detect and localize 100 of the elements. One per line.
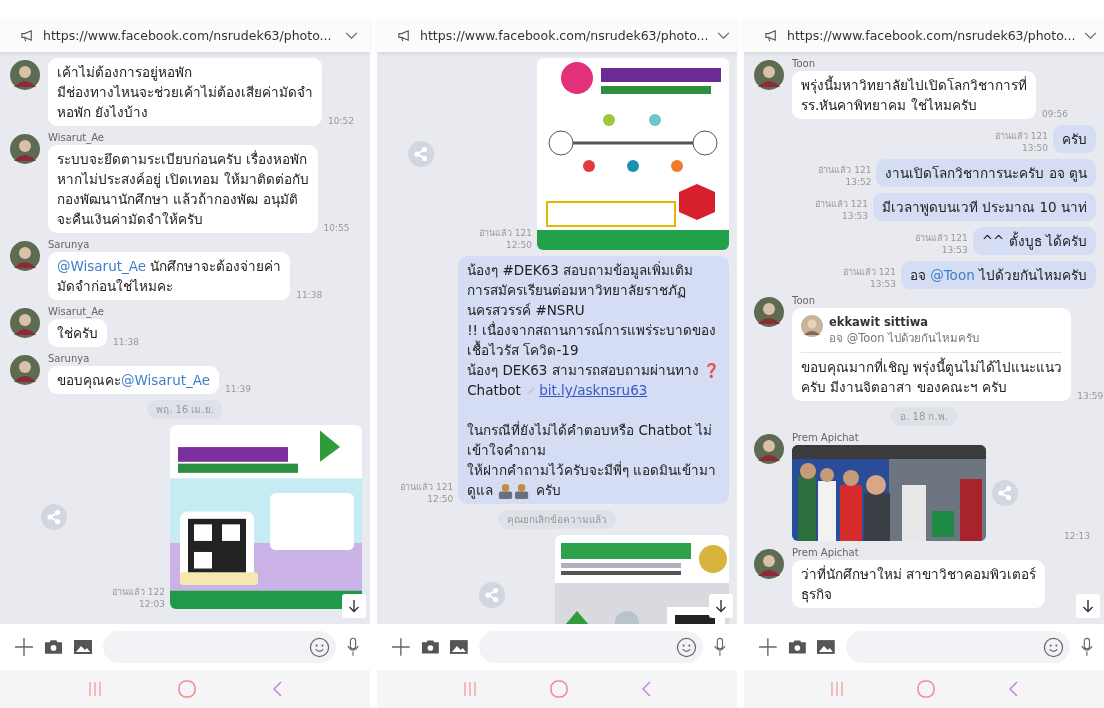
message-bubble[interactable]: งานเปิดโลกวิชาการนะครับ อจ ตูน xyxy=(876,159,1096,187)
message-time: 13:59 xyxy=(1077,391,1104,401)
read-receipt: อ่านแล้ว 121 xyxy=(478,227,532,240)
message-time: 13:53 xyxy=(869,279,896,289)
sender-name: Sarunya xyxy=(48,239,91,250)
date-divider: พฤ. 16 เม.ย. xyxy=(147,400,223,419)
message-time: 10:52 xyxy=(328,116,354,126)
message-input[interactable] xyxy=(479,631,704,663)
message-text: @Wisarut_Ae นักศึกษาจะต้องจ่ายค่า มัดจำก่อนใช่ไหมคะ xyxy=(57,257,282,296)
megaphone-icon xyxy=(764,27,779,43)
image-icon[interactable] xyxy=(816,639,837,655)
message-bubble[interactable]: พรุ่งนี้มหาวิทยาลัยไปเปิดโลกวิชาการที่ รร.หันคาพิทยาคม ใช่ไหมครับ xyxy=(792,71,1036,119)
message-text: น้องๆ #DEK63 สอบถามข้อมูลเพิ่มเติม การสมัครเรียนต่อมหาวิทยาลัยราชภัฏ นครสวรรค์ #NSRU !! เนื่องจากสถานการณ์การแพร่ระบาดของ เชื้อไวรัส โควิด-19 น้องๆ DEK63 สามารถสอบถามผ่านทาง ❓ Chatbot bit.ly/asknsru63 ในกรณีที่ยังไม่ได้คำตอบหรือ Chatbot ไม่ เข้าใจคำถาม ให้ฝากคำถามไว้ครับจะมีพี่ๆ แอดมินเข้ามา ดูแล ครับ xyxy=(467,260,720,500)
date-divider: อ. 18 ก.พ. xyxy=(891,407,957,426)
image-icon[interactable] xyxy=(449,639,470,655)
message-time: 10:55 xyxy=(323,223,350,233)
mention-link[interactable]: @Wisarut_Ae xyxy=(121,372,211,388)
scroll-down-button[interactable] xyxy=(342,594,366,618)
camera-icon[interactable] xyxy=(44,639,63,655)
message-input[interactable] xyxy=(103,631,336,663)
avatar[interactable] xyxy=(10,241,40,271)
message-bubble[interactable]: มีเวลาพูดบนเวที ประมาณ 10 นาท่ xyxy=(872,193,1096,221)
message-time: 11:39 xyxy=(225,384,251,394)
system-notice: คุณยกเลิกข้อความแล้ว xyxy=(498,510,616,529)
message-text: มีเวลาพูดบนเวที ประมาณ 10 นาท่ xyxy=(881,198,1087,217)
read-receipt: อ่านแล้ว 121 xyxy=(400,481,454,494)
chevron-down-icon[interactable] xyxy=(345,30,358,40)
message-time: 13:53 xyxy=(842,211,868,221)
question-mark: ❓ xyxy=(703,362,720,378)
scroll-down-button[interactable] xyxy=(709,594,733,618)
message-bubble[interactable]: ekkawit sittiwa อจ @Toon ไปด้วยกันไหมครับ ขอบคุณมากที่เชิญ พรุ่งนี้ตูนไม่ได้ไปแนะแนว ครับ มีงานจิตอาสา ของคณะฯ ครับ xyxy=(792,308,1072,401)
message-bubble[interactable]: @Wisarut_Ae นักศึกษาจะต้องจ่ายค่า มัดจำก่อนใช่ไหมคะ xyxy=(48,252,291,300)
announcement-bar[interactable]: https://www.facebook.com/nsrudek63/photo... xyxy=(0,18,370,52)
announcement-bar[interactable]: https://www.facebook.com/nsrudek63/photo... xyxy=(377,18,737,52)
avatar[interactable] xyxy=(754,549,784,579)
chevron-down-icon[interactable] xyxy=(1083,30,1097,40)
message-text: เค้าไม่ต้องการอยู่หอพัก มีช่องทางไหนจะช่วยเค้าไม่ต้องเสียค่ามัดจำ หอพัก ยังไงบ้าง xyxy=(57,63,313,122)
read-receipt: อ่านแล้ว 122 xyxy=(111,586,165,599)
camera-icon[interactable] xyxy=(420,639,440,655)
read-receipt: อ่านแล้ว 121 xyxy=(994,130,1048,143)
scroll-down-button[interactable] xyxy=(1076,594,1100,618)
message-bubble[interactable]: ใช่ครับ xyxy=(48,319,107,347)
message-bubble[interactable]: อจ @Toon ไปด้วยกันไหมครับ xyxy=(900,261,1096,289)
message-time: 13:53 xyxy=(941,245,968,255)
plus-icon[interactable] xyxy=(14,637,34,657)
message-time: 12:50 xyxy=(427,494,454,504)
avatar[interactable] xyxy=(754,60,784,90)
message-time: 09:56 xyxy=(1042,109,1068,119)
arrow-down-icon xyxy=(1082,599,1094,613)
link[interactable]: bit.ly/asknsru63 xyxy=(539,382,648,398)
mention-link[interactable]: @Wisarut_Ae xyxy=(57,258,147,274)
message-bubble[interactable]: เค้าไม่ต้องการอยู่หอพัก มีช่องทางไหนจะช่วยเค้าไม่ต้องเสียค่ามัดจำ หอพัก ยังไงบ้าง xyxy=(48,58,322,126)
read-receipt: อ่านแล้ว 121 xyxy=(842,266,896,279)
avatar[interactable] xyxy=(754,434,784,464)
image-icon[interactable] xyxy=(73,639,93,655)
chevron-down-icon[interactable] xyxy=(716,30,730,40)
sender-name: Sarunya xyxy=(48,353,91,364)
megaphone-icon xyxy=(397,27,412,43)
camera-icon[interactable] xyxy=(787,639,807,655)
message-time: 11:38 xyxy=(296,290,323,300)
announcement-link[interactable]: https://www.facebook.com/nsrudek63/photo... xyxy=(420,27,709,43)
sender-name: Toon xyxy=(792,295,816,306)
message-bubble[interactable]: ครับ xyxy=(1053,125,1096,153)
read-receipt: อ่านแล้ว 121 xyxy=(814,198,868,211)
microphone-icon[interactable] xyxy=(346,637,360,657)
microphone-icon[interactable] xyxy=(1080,637,1094,657)
avatar[interactable] xyxy=(10,355,40,385)
message-time: 12:50 xyxy=(506,240,532,250)
message-text: ครับ xyxy=(1062,130,1087,149)
message-bubble[interactable]: ว่าที่นักศึกษาใหม่ สาขาวิชาคอมพิวเตอร์ ธุรกิจ xyxy=(792,560,1046,608)
message-text: พรุ่งนี้มหาวิทยาลัยไปเปิดโลกวิชาการที่ รร.หันคาพิทยาคม ใช่ไหมครับ xyxy=(801,75,1027,115)
message-bubble[interactable]: ระบบจะยึดตามระเบียบก่อนครับ เรื่องหอพัก หากไม่ประสงค์อยู่ เปิดเทอม ให้มาติดต่อกับ กองพัฒนานักศึกษา แล้วถ้ากองพัฒ อนุมัติ จะคืนเงินค่ามัดจำให้ครับ xyxy=(48,145,318,233)
message-time: 13:50 xyxy=(1022,143,1048,153)
smiley-icon[interactable] xyxy=(309,636,330,658)
message-time: 12:13 xyxy=(1064,531,1090,541)
message-text: ว่าที่นักศึกษาใหม่ สาขาวิชาคอมพิวเตอร์ ธุรกิจ xyxy=(801,564,1037,604)
plus-icon[interactable] xyxy=(391,637,411,657)
message-input[interactable] xyxy=(846,631,1071,663)
message-text: งานเปิดโลกวิชาการนะครับ อจ ตูน xyxy=(885,164,1087,183)
announcement-link[interactable]: https://www.facebook.com/nsrudek63/photo... xyxy=(787,27,1076,43)
plus-icon[interactable] xyxy=(758,637,778,657)
quoted-author: ekkawit sittiwa xyxy=(829,315,930,329)
announcement-link[interactable]: https://www.facebook.com/nsrudek63/photo... xyxy=(43,27,337,43)
avatar[interactable] xyxy=(10,134,40,164)
smiley-icon[interactable] xyxy=(1043,636,1065,658)
message-time: 12:03 xyxy=(139,599,165,609)
message-bubble[interactable]: ^^ ตั้งบูธ ได้ครับ xyxy=(972,227,1096,255)
arrow-down-icon xyxy=(348,599,360,613)
avatar[interactable] xyxy=(10,308,40,338)
message-text: อจ @Toon ไปด้วยกันไหมครับ xyxy=(829,330,980,347)
arrow-down-icon xyxy=(715,599,727,613)
announcement-bar[interactable]: https://www.facebook.com/nsrudek63/photo... xyxy=(744,18,1104,52)
avatar[interactable] xyxy=(10,60,40,90)
message-bubble[interactable]: ขอบคุณคะ@Wisarut_Ae xyxy=(48,366,220,394)
sender-name: Toon xyxy=(792,58,816,69)
avatar xyxy=(801,315,823,337)
sender-name: Wisarut_Ae xyxy=(48,306,105,317)
smiley-icon[interactable] xyxy=(676,636,698,658)
microphone-icon[interactable] xyxy=(713,637,727,657)
avatar[interactable] xyxy=(754,297,784,327)
